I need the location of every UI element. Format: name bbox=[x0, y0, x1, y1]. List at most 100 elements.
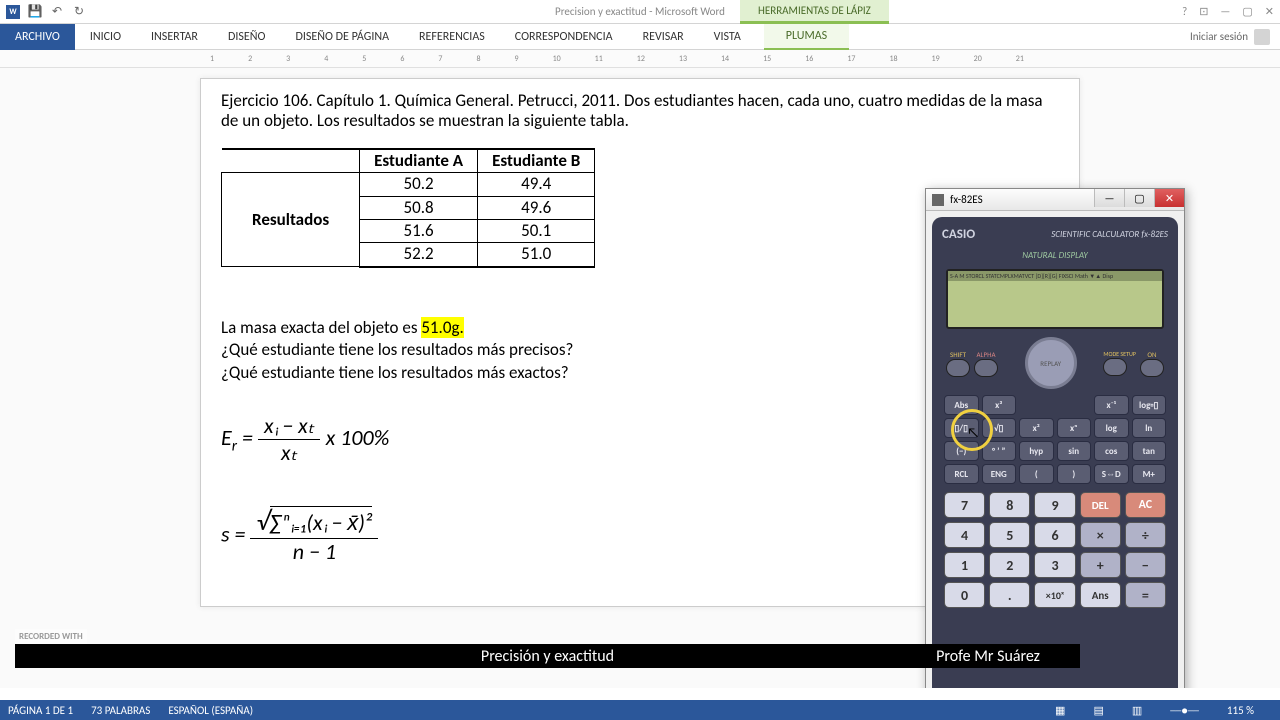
key-0[interactable]: 0 bbox=[944, 582, 985, 608]
key-eng[interactable]: ENG bbox=[982, 464, 1017, 484]
calc-close-icon[interactable]: ✕ bbox=[1154, 189, 1184, 207]
key-hyp[interactable]: hyp bbox=[1019, 441, 1054, 461]
tab-referencias[interactable]: REFERENCIAS bbox=[404, 24, 500, 50]
key-lparen[interactable]: ( bbox=[1019, 464, 1054, 484]
mode-button[interactable] bbox=[1103, 358, 1127, 376]
avatar-icon bbox=[1254, 29, 1270, 45]
key-ac[interactable]: AC bbox=[1125, 492, 1166, 518]
calc-model: SCIENTIFIC CALCULATOR fx-82ES bbox=[1051, 229, 1168, 240]
on-button[interactable] bbox=[1140, 359, 1164, 377]
key-logab[interactable]: log▫▯ bbox=[1132, 395, 1167, 415]
tab-revisar[interactable]: REVISAR bbox=[628, 24, 699, 50]
view-print-icon[interactable]: ▤ bbox=[1093, 704, 1103, 717]
tab-diseno[interactable]: DISEÑO bbox=[213, 24, 280, 50]
key-4[interactable]: 4 bbox=[944, 522, 985, 548]
view-web-icon[interactable]: ▥ bbox=[1132, 704, 1142, 717]
tab-plumas[interactable]: PLUMAS bbox=[764, 24, 849, 50]
tab-correspondencia[interactable]: CORRESPONDENCIA bbox=[500, 24, 628, 50]
calc-titlebar[interactable]: fx-82ES — ▢ ✕ bbox=[926, 189, 1184, 211]
close-icon[interactable]: ✕ bbox=[1265, 5, 1274, 18]
key-rparen[interactable]: ) bbox=[1057, 464, 1092, 484]
key-plus[interactable]: + bbox=[1080, 552, 1121, 578]
key-exp[interactable]: ×10ˣ bbox=[1034, 582, 1075, 608]
caption-center: Precisión y exactitud bbox=[481, 647, 614, 666]
calc-title: fx-82ES bbox=[950, 193, 983, 206]
caption-right: Profe Mr Suárez bbox=[936, 647, 1040, 666]
key-frac[interactable]: ▯/▯ bbox=[944, 418, 979, 438]
key-sin[interactable]: sin bbox=[1057, 441, 1092, 461]
context-tab[interactable]: HERRAMIENTAS DE LÁPIZ bbox=[740, 0, 889, 24]
key-6[interactable]: 6 bbox=[1034, 522, 1075, 548]
minimize-icon[interactable]: — bbox=[1220, 5, 1230, 18]
word-icon: W bbox=[6, 5, 20, 19]
zoom-level[interactable]: 115 % bbox=[1227, 704, 1254, 717]
results-table: Estudiante A Estudiante B Resultados 50.… bbox=[221, 148, 595, 268]
statusbar: PÁGINA 1 DE 1 73 PALABRAS ESPAÑOL (ESPAÑ… bbox=[0, 700, 1280, 720]
calculator-window[interactable]: fx-82ES — ▢ ✕ CASIO SCIENTIFIC CALCULATO… bbox=[925, 188, 1185, 688]
key-ans[interactable]: Ans bbox=[1080, 582, 1121, 608]
caption-bar: Precisión y exactitud Profe Mr Suárez bbox=[15, 644, 1080, 668]
key-sqrt[interactable]: √▯ bbox=[982, 418, 1017, 438]
titlebar: W 💾 ↶ ↻ Precision y exactitud - Microsof… bbox=[0, 0, 1280, 24]
calc-app-icon bbox=[932, 194, 944, 206]
key-8[interactable]: 8 bbox=[989, 492, 1030, 518]
document-area: Ejercicio 106. Capítulo 1. Química Gener… bbox=[0, 68, 1280, 688]
redo-icon[interactable]: ↻ bbox=[72, 5, 86, 19]
key-div[interactable]: ÷ bbox=[1125, 522, 1166, 548]
save-icon[interactable]: 💾 bbox=[28, 5, 42, 19]
doc-title: Precision y exactitud - Microsoft Word bbox=[555, 5, 725, 18]
maximize-icon[interactable]: ▢ bbox=[1242, 5, 1252, 18]
tab-diseno-pagina[interactable]: DISEÑO DE PÁGINA bbox=[280, 24, 404, 50]
tab-vista[interactable]: VISTA bbox=[699, 24, 756, 50]
status-page[interactable]: PÁGINA 1 DE 1 bbox=[8, 704, 73, 717]
key-xinv[interactable]: x⁻¹ bbox=[1094, 395, 1129, 415]
key-3[interactable]: 3 bbox=[1034, 552, 1075, 578]
calc-number-keys: 7 8 9 DEL AC 4 5 6 × ÷ 1 2 3 + − 0 . ×10… bbox=[944, 492, 1166, 608]
calc-minimize-icon[interactable]: — bbox=[1094, 189, 1124, 207]
key-7[interactable]: 7 bbox=[944, 492, 985, 518]
watermark-label: RECORDED WITH bbox=[15, 629, 87, 644]
undo-icon[interactable]: ↶ bbox=[50, 5, 64, 19]
help-icon[interactable]: ? bbox=[1182, 5, 1187, 18]
key-eq[interactable]: = bbox=[1125, 582, 1166, 608]
key-x3[interactable]: x³ bbox=[982, 395, 1017, 415]
ribbon-collapse-icon[interactable]: ⊡ bbox=[1199, 5, 1208, 18]
key-mplus[interactable]: M+ bbox=[1132, 464, 1167, 484]
calc-display: S-A M STORCL STATCMPLXMATVCT [D][R][G] F… bbox=[946, 269, 1164, 329]
key-9[interactable]: 9 bbox=[1034, 492, 1075, 518]
key-xn[interactable]: xⁿ bbox=[1057, 418, 1092, 438]
key-cos[interactable]: cos bbox=[1094, 441, 1129, 461]
key-ln[interactable]: ln bbox=[1132, 418, 1167, 438]
key-5[interactable]: 5 bbox=[989, 522, 1030, 548]
key-tan[interactable]: tan bbox=[1132, 441, 1167, 461]
key-neg[interactable]: (−) bbox=[944, 441, 979, 461]
status-lang[interactable]: ESPAÑOL (ESPAÑA) bbox=[168, 704, 253, 717]
key-1[interactable]: 1 bbox=[944, 552, 985, 578]
key-del[interactable]: DEL bbox=[1080, 492, 1121, 518]
tab-archivo[interactable]: ARCHIVO bbox=[0, 24, 75, 50]
key-mult[interactable]: × bbox=[1080, 522, 1121, 548]
lcd-status: S-A M STORCL STATCMPLXMATVCT [D][R][G] F… bbox=[948, 271, 1162, 281]
view-read-icon[interactable]: ▦ bbox=[1055, 704, 1065, 717]
key-dot[interactable]: . bbox=[989, 582, 1030, 608]
key-x2[interactable]: x² bbox=[1019, 418, 1054, 438]
tab-inicio[interactable]: INICIO bbox=[75, 24, 136, 50]
alpha-button[interactable] bbox=[974, 359, 998, 377]
key-log[interactable]: log bbox=[1094, 418, 1129, 438]
problem-text: Ejercicio 106. Capítulo 1. Química Gener… bbox=[221, 91, 1059, 132]
signin[interactable]: Iniciar sesión bbox=[1190, 29, 1270, 45]
key-2[interactable]: 2 bbox=[989, 552, 1030, 578]
shift-button[interactable] bbox=[946, 359, 970, 377]
key-sd[interactable]: S⇔D bbox=[1094, 464, 1129, 484]
tab-insertar[interactable]: INSERTAR bbox=[136, 24, 213, 50]
zoom-slider[interactable]: ──●── bbox=[1170, 704, 1199, 717]
key-dms[interactable]: ° ’ ” bbox=[982, 441, 1017, 461]
key-abs[interactable]: Abs bbox=[944, 395, 979, 415]
calc-maximize-icon[interactable]: ▢ bbox=[1124, 189, 1154, 207]
key-rcl[interactable]: RCL bbox=[944, 464, 979, 484]
key-minus[interactable]: − bbox=[1125, 552, 1166, 578]
calc-natural: NATURAL DISPLAY bbox=[942, 250, 1168, 261]
status-words[interactable]: 73 PALABRAS bbox=[91, 704, 150, 717]
replay-dpad[interactable]: REPLAY bbox=[1025, 337, 1077, 389]
ruler: 123456789101112131415161718192021 bbox=[0, 50, 1280, 68]
